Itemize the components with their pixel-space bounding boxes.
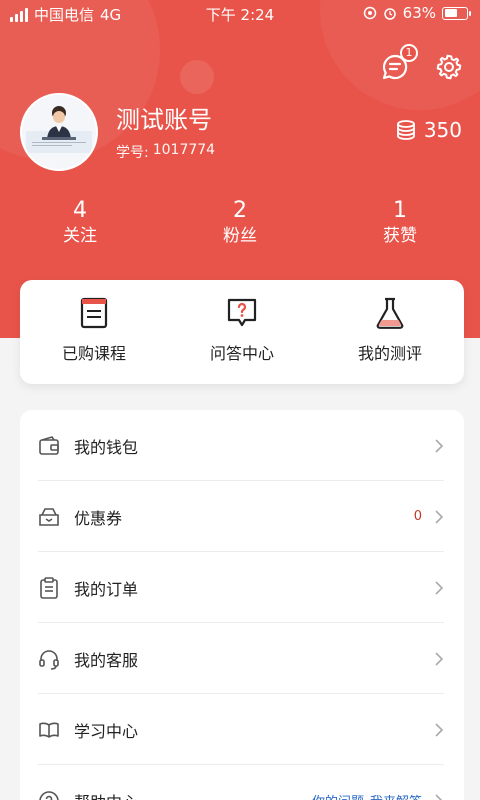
menu-item-learning-center[interactable]: 学习中心 [20, 694, 464, 765]
status-bar: 中国电信 4G 下午 2:24 63% [0, 0, 480, 28]
alarm-icon [383, 8, 396, 20]
wallet-icon [39, 435, 59, 455]
clipboard-icon [40, 576, 58, 599]
open-book-icon [39, 722, 59, 738]
stat-label: 关注 [63, 226, 97, 246]
battery-percent: 63% [402, 4, 436, 22]
coupon-icon [39, 507, 59, 526]
username: 测试账号 [116, 106, 212, 134]
menu-item-label: 我的客服 [74, 650, 139, 670]
menu-item-label: 我的钱包 [74, 437, 139, 457]
menu-item-help-center[interactable]: 帮助中心 你的问题 我来解答 [20, 765, 464, 800]
stat-following[interactable]: 4 关注 [0, 198, 160, 248]
student-id-label: 学号: [116, 145, 149, 161]
book-icon [80, 297, 108, 329]
student-id-value: 1017774 [152, 142, 216, 158]
help-icon [39, 790, 59, 800]
chevron-right-icon [435, 722, 443, 737]
notification-badge: 1 [400, 44, 418, 62]
avatar[interactable] [20, 93, 98, 171]
settings-button[interactable] [432, 50, 466, 84]
menu-item-coupons[interactable]: 优惠券 0 [20, 481, 464, 552]
my-assessment-button[interactable]: 我的测评 [316, 280, 464, 384]
quick-action-label: 已购课程 [61, 344, 126, 363]
stat-followers[interactable]: 2 粉丝 [160, 198, 320, 248]
coupon-count: 0 [413, 509, 422, 524]
link-your-question[interactable]: 你的问题 [312, 791, 364, 800]
headset-icon [39, 649, 59, 670]
chevron-right-icon [435, 509, 443, 524]
stat-value: 1 [393, 198, 407, 223]
link-i-answer[interactable]: 我来解答 [370, 791, 422, 800]
coin-count: 350 [423, 118, 462, 142]
avatar-illustration [22, 95, 96, 169]
stat-likes[interactable]: 1 获赞 [320, 198, 480, 248]
menu-item-wallet[interactable]: 我的钱包 [20, 410, 464, 481]
stat-label: 粉丝 [223, 226, 257, 246]
quick-action-label: 问答中心 [209, 344, 274, 363]
menu-item-label: 优惠券 [74, 508, 123, 528]
menu-item-label: 我的订单 [74, 579, 139, 599]
chevron-right-icon [435, 580, 443, 595]
battery-icon [442, 6, 471, 20]
rotation-lock-icon [363, 6, 376, 20]
menu-item-label: 帮助中心 [74, 789, 312, 800]
chevron-right-icon [435, 438, 443, 453]
quick-action-label: 我的测评 [357, 344, 422, 363]
purchased-courses-button[interactable]: 已购课程 [20, 280, 168, 384]
chevron-right-icon [435, 793, 443, 800]
chevron-right-icon [435, 651, 443, 666]
qa-center-button[interactable]: 问答中心 [168, 280, 316, 384]
stat-value: 2 [233, 198, 247, 223]
menu-item-label: 学习中心 [74, 721, 139, 741]
menu-list: 我的钱包 优惠券 0 我的订单 我的客服 学习中心 [20, 410, 464, 800]
quick-actions-card: 已购课程 问答中心 我的测评 [20, 280, 464, 384]
menu-item-customer-service[interactable]: 我的客服 [20, 623, 464, 694]
stats-bar: 4 关注 2 粉丝 1 获赞 [0, 198, 480, 248]
battery-level [444, 9, 458, 17]
coins-icon [396, 120, 415, 140]
gear-icon [436, 54, 462, 80]
stat-label: 获赞 [383, 226, 417, 246]
menu-item-orders[interactable]: 我的订单 [20, 552, 464, 623]
stat-value: 4 [73, 198, 87, 223]
student-id: 学号: 1017774 [116, 142, 215, 162]
clock: 下午 2:24 [205, 6, 275, 24]
question-board-icon [227, 298, 257, 327]
coin-balance[interactable]: 350 [394, 118, 462, 142]
decor-circle [180, 60, 214, 94]
flask-icon [376, 297, 404, 329]
messages-button[interactable]: 1 [378, 44, 418, 84]
